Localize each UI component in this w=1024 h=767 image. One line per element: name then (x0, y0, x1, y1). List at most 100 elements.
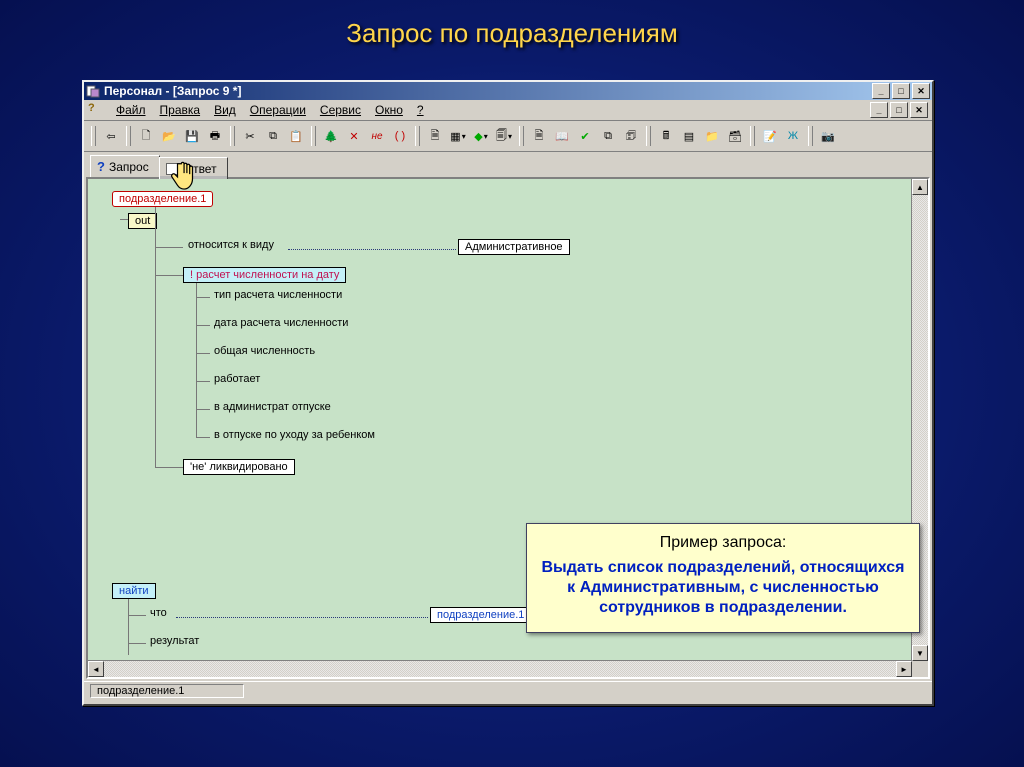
camera-icon[interactable]: 📷 (817, 125, 839, 147)
print-icon[interactable]: 🖶 (204, 125, 226, 147)
example-callout: Пример запроса: Выдать список подразделе… (526, 523, 920, 633)
paren-icon[interactable]: ( ) (389, 125, 411, 147)
cut-icon[interactable]: ✂ (239, 125, 261, 147)
callout-body: Выдать список подразделений, относящихся… (539, 558, 907, 618)
mdi-sysbuttons: _ □ ✕ (868, 102, 928, 118)
tabstrip: ? Запрос Ответ (84, 152, 932, 177)
tree-line (128, 643, 146, 644)
scroll-down-icon[interactable]: ▼ (912, 645, 928, 661)
node-out[interactable]: out (128, 213, 157, 229)
note-icon[interactable]: 📝 (759, 125, 781, 147)
cards-icon[interactable]: 🗃 (724, 125, 746, 147)
node-what-ref[interactable]: подразделение.1 (430, 607, 531, 623)
dropdown1[interactable]: ▦ (447, 125, 469, 147)
copy2-icon[interactable]: ⧉ (597, 125, 619, 147)
node-liquidated[interactable]: 'не' ликвидировано (183, 459, 295, 475)
paste-icon[interactable]: 📋 (285, 125, 307, 147)
menu-edit[interactable]: Правка (154, 101, 207, 119)
open-icon[interactable]: 📂 (158, 125, 180, 147)
query-canvas[interactable]: подразделение.1 out относится к виду Адм… (88, 179, 928, 677)
butterfly-icon[interactable]: Ж (782, 125, 804, 147)
calc-item-3[interactable]: работает (214, 373, 260, 385)
toolbar: ⇦ 🗋 📂 💾 🖶 ✂ ⧉ 📋 🌲 ✕ не ( ) 🗎 ▦ ◆ 🗐 🗎 📖 ✔… (84, 121, 932, 152)
scroll-left-icon[interactable]: ◄ (88, 661, 104, 677)
delete-icon[interactable]: ✕ (343, 125, 365, 147)
toolbar-grip[interactable] (808, 126, 813, 146)
scroll-track[interactable] (104, 661, 896, 677)
titlebar[interactable]: Персонал - [Запрос 9 *] _ □ ✕ (84, 82, 932, 100)
calc-item-5[interactable]: в отпуске по уходу за ребенком (214, 429, 375, 441)
statusbar: подразделение.1 (84, 681, 932, 704)
canvas-wrap: подразделение.1 out относится к виду Адм… (86, 177, 930, 679)
toolbar-grip[interactable] (750, 126, 755, 146)
folder-icon[interactable]: 📁 (701, 125, 723, 147)
maximize-button[interactable]: □ (892, 83, 910, 99)
menu-file[interactable]: Файл (110, 101, 152, 119)
page-icon[interactable]: 🗎 (528, 125, 550, 147)
form-icon[interactable]: ▤ (678, 125, 700, 147)
mdi-restore-button[interactable]: □ (890, 102, 908, 118)
close-button[interactable]: ✕ (912, 83, 930, 99)
node-rel-kind-value[interactable]: Административное (458, 239, 570, 255)
question-icon: ? (97, 159, 105, 174)
save-icon[interactable]: 💾 (181, 125, 203, 147)
node-root[interactable]: подразделение.1 (112, 191, 213, 207)
help-icon[interactable]: ? (88, 102, 104, 118)
calc-icon[interactable]: 🖩 (655, 125, 677, 147)
dropdown3[interactable]: 🗐 (493, 125, 515, 147)
tree-line (196, 297, 210, 298)
dropdown2[interactable]: ◆ (470, 125, 492, 147)
tree-line (196, 381, 210, 382)
tree-line (155, 207, 156, 467)
label-result: результат (150, 635, 199, 647)
dotted-line (176, 617, 428, 618)
label-rel-kind: относится к виду (188, 239, 274, 251)
tab-query-label: Запрос (109, 160, 149, 174)
menu-window[interactable]: Окно (369, 101, 409, 119)
tree-line (196, 437, 210, 438)
toolbar-grip[interactable] (91, 126, 96, 146)
toolbar-grip[interactable] (311, 126, 316, 146)
calc-item-4[interactable]: в администрат отпуске (214, 401, 331, 413)
toolbar-grip[interactable] (415, 126, 420, 146)
copy-icon[interactable]: ⧉ (262, 125, 284, 147)
toolbar-grip[interactable] (646, 126, 651, 146)
callout-title: Пример запроса: (539, 534, 907, 552)
window-title: Персонал - [Запрос 9 *] (104, 84, 870, 98)
toolbar-grip[interactable] (519, 126, 524, 146)
check-icon[interactable]: ✔ (574, 125, 596, 147)
scroll-corner (912, 661, 928, 677)
back-icon[interactable]: ⇦ (100, 125, 122, 147)
tree-icon[interactable]: 🌲 (320, 125, 342, 147)
not-icon[interactable]: не (366, 125, 388, 147)
tree-line (196, 283, 197, 437)
tab-query[interactable]: ? Запрос (90, 155, 160, 177)
mdi-close-button[interactable]: ✕ (910, 102, 928, 118)
tree-line (155, 275, 183, 276)
menu-service[interactable]: Сервис (314, 101, 367, 119)
calc-item-0[interactable]: тип расчета численности (214, 289, 342, 301)
tree-line (120, 219, 128, 220)
toolbar-grip[interactable] (126, 126, 131, 146)
toolbar-grip[interactable] (230, 126, 235, 146)
calc-item-1[interactable]: дата расчета численности (214, 317, 348, 329)
node-calc-header[interactable]: ! расчет численности на дату (183, 267, 346, 283)
menu-view[interactable]: Вид (208, 101, 242, 119)
tree-line (155, 467, 183, 468)
doc1-icon[interactable]: 🗎 (424, 125, 446, 147)
doclist-icon[interactable]: 🗊 (620, 125, 642, 147)
scroll-up-icon[interactable]: ▲ (912, 179, 928, 195)
menu-ops[interactable]: Операции (244, 101, 312, 119)
tree-line (128, 599, 129, 655)
scroll-right-icon[interactable]: ► (896, 661, 912, 677)
tree-line (196, 409, 210, 410)
horizontal-scrollbar[interactable]: ◄► (88, 660, 912, 677)
mdi-minimize-button[interactable]: _ (870, 102, 888, 118)
new-icon[interactable]: 🗋 (135, 125, 157, 147)
book-icon[interactable]: 📖 (551, 125, 573, 147)
calc-item-2[interactable]: общая численность (214, 345, 315, 357)
menubar: ? Файл Правка Вид Операции Сервис Окно ?… (84, 100, 932, 121)
menu-help[interactable]: ? (411, 101, 430, 119)
minimize-button[interactable]: _ (872, 83, 890, 99)
node-find[interactable]: найти (112, 583, 156, 599)
